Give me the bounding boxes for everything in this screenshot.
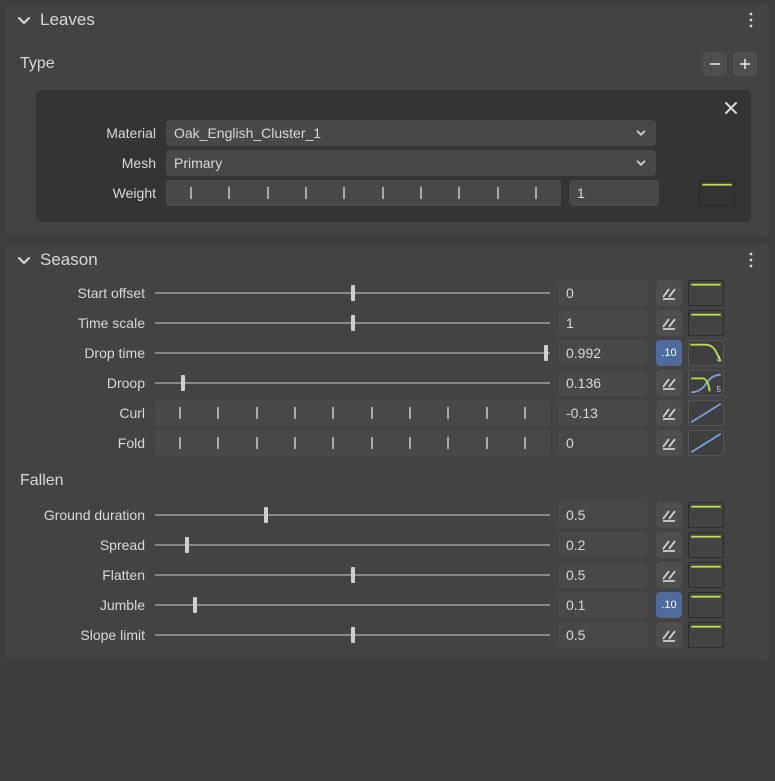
slope_limit-variance-button[interactable] <box>656 622 682 648</box>
time_scale-curve-button[interactable] <box>688 310 724 336</box>
fold-value[interactable]: 0 <box>558 430 648 456</box>
add-type-button[interactable] <box>733 52 757 76</box>
slope_limit-value[interactable]: 0.5 <box>558 622 648 648</box>
more-icon[interactable] <box>743 12 759 28</box>
ground_duration-variance-button[interactable] <box>656 502 682 528</box>
drop_time-value[interactable]: 0.992 <box>558 340 648 366</box>
close-icon[interactable] <box>721 98 741 118</box>
start_offset-slider[interactable] <box>155 280 550 306</box>
fallen-subheader: Fallen <box>6 460 769 498</box>
remove-type-button[interactable] <box>703 52 727 76</box>
slope_limit-label: Slope limit <box>10 627 155 643</box>
start_offset-variance-button[interactable] <box>656 280 682 306</box>
jumble-curve-button[interactable] <box>688 592 724 618</box>
season-curl-row: Curl -0.13 <box>10 398 757 428</box>
droop-label: Droop <box>10 375 155 391</box>
fallen-flatten-row: Flatten 0.5 <box>10 560 757 590</box>
drop_time-slider[interactable] <box>155 340 550 366</box>
spread-curve-button[interactable] <box>688 532 724 558</box>
flatten-value[interactable]: 0.5 <box>558 562 648 588</box>
leaves-title: Leaves <box>40 10 95 30</box>
fallen-spread-row: Spread 0.2 <box>10 530 757 560</box>
chevron-down-icon <box>634 126 648 140</box>
season-drop_time-row: Drop time 0.992 .104 <box>10 338 757 368</box>
jumble-label: Jumble <box>10 597 155 613</box>
ground_duration-slider[interactable] <box>155 502 550 528</box>
chevron-down-icon <box>634 156 648 170</box>
fallen-slope_limit-row: Slope limit 0.5 <box>10 620 757 650</box>
fallen-ground_duration-row: Ground duration 0.5 <box>10 500 757 530</box>
weight-label: Weight <box>48 185 166 201</box>
time_scale-variance-button[interactable] <box>656 310 682 336</box>
leaves-panel: Leaves Type Material Oak_English_Cluster… <box>6 4 769 236</box>
leaves-header[interactable]: Leaves <box>6 4 769 44</box>
season-fold-row: Fold 0 <box>10 428 757 458</box>
season-title: Season <box>40 250 98 270</box>
start_offset-label: Start offset <box>10 285 155 301</box>
time_scale-label: Time scale <box>10 315 155 331</box>
spread-label: Spread <box>10 537 155 553</box>
spread-slider[interactable] <box>155 532 550 558</box>
droop-curve-button[interactable]: 5 <box>688 370 724 396</box>
mesh-row: Mesh Primary <box>48 148 739 178</box>
curl-curve-button[interactable] <box>688 400 724 426</box>
weight-curve-button[interactable] <box>699 180 735 206</box>
droop-variance-button[interactable] <box>656 370 682 396</box>
droop-slider[interactable] <box>155 370 550 396</box>
season-header[interactable]: Season <box>6 244 769 276</box>
chevron-down-icon <box>16 252 32 268</box>
time_scale-slider[interactable] <box>155 310 550 336</box>
more-icon[interactable] <box>743 252 759 268</box>
type-label: Type <box>20 55 55 73</box>
jumble-slider[interactable] <box>155 592 550 618</box>
start_offset-curve-button[interactable] <box>688 280 724 306</box>
curl-label: Curl <box>10 405 155 421</box>
material-label: Material <box>48 125 166 141</box>
material-dropdown[interactable]: Oak_English_Cluster_1 <box>166 120 656 146</box>
ground_duration-label: Ground duration <box>10 507 155 523</box>
type-subheader: Type <box>6 44 769 84</box>
material-row: Material Oak_English_Cluster_1 <box>48 118 739 148</box>
fold-label: Fold <box>10 435 155 451</box>
spread-value[interactable]: 0.2 <box>558 532 648 558</box>
droop-value[interactable]: 0.136 <box>558 370 648 396</box>
slope_limit-slider[interactable] <box>155 622 550 648</box>
spread-variance-button[interactable] <box>656 532 682 558</box>
weight-multi-slider[interactable] <box>166 180 561 206</box>
fold-curve-button[interactable] <box>688 430 724 456</box>
curl-value[interactable]: -0.13 <box>558 400 648 426</box>
fold-multi-slider[interactable] <box>155 430 550 456</box>
mesh-dropdown[interactable]: Primary <box>166 150 656 176</box>
season-start_offset-row: Start offset 0 <box>10 278 757 308</box>
curl-variance-button[interactable] <box>656 400 682 426</box>
drop_time-label: Drop time <box>10 345 155 361</box>
mesh-label: Mesh <box>48 155 166 171</box>
fallen-jumble-row: Jumble 0.1 .10 <box>10 590 757 620</box>
drop_time-s10-button[interactable]: .10 <box>656 340 682 366</box>
ground_duration-value[interactable]: 0.5 <box>558 502 648 528</box>
type-card: Material Oak_English_Cluster_1 Mesh Prim… <box>36 90 751 222</box>
fold-variance-button[interactable] <box>656 430 682 456</box>
flatten-label: Flatten <box>10 567 155 583</box>
weight-value[interactable]: 1 <box>569 180 659 206</box>
mesh-value: Primary <box>174 155 634 171</box>
flatten-curve-button[interactable] <box>688 562 724 588</box>
start_offset-value[interactable]: 0 <box>558 280 648 306</box>
season-panel: Season Start offset0Time scale1Drop time… <box>6 244 769 660</box>
season-droop-row: Droop 0.136 5 <box>10 368 757 398</box>
drop_time-curve-button[interactable]: 4 <box>688 340 724 366</box>
time_scale-value[interactable]: 1 <box>558 310 648 336</box>
ground_duration-curve-button[interactable] <box>688 502 724 528</box>
material-value: Oak_English_Cluster_1 <box>174 125 634 141</box>
jumble-value[interactable]: 0.1 <box>558 592 648 618</box>
weight-row: Weight 1 <box>48 178 739 208</box>
flatten-slider[interactable] <box>155 562 550 588</box>
jumble-s10-button[interactable]: .10 <box>656 592 682 618</box>
slope_limit-curve-button[interactable] <box>688 622 724 648</box>
chevron-down-icon <box>16 12 32 28</box>
curl-multi-slider[interactable] <box>155 400 550 426</box>
season-time_scale-row: Time scale 1 <box>10 308 757 338</box>
flatten-variance-button[interactable] <box>656 562 682 588</box>
